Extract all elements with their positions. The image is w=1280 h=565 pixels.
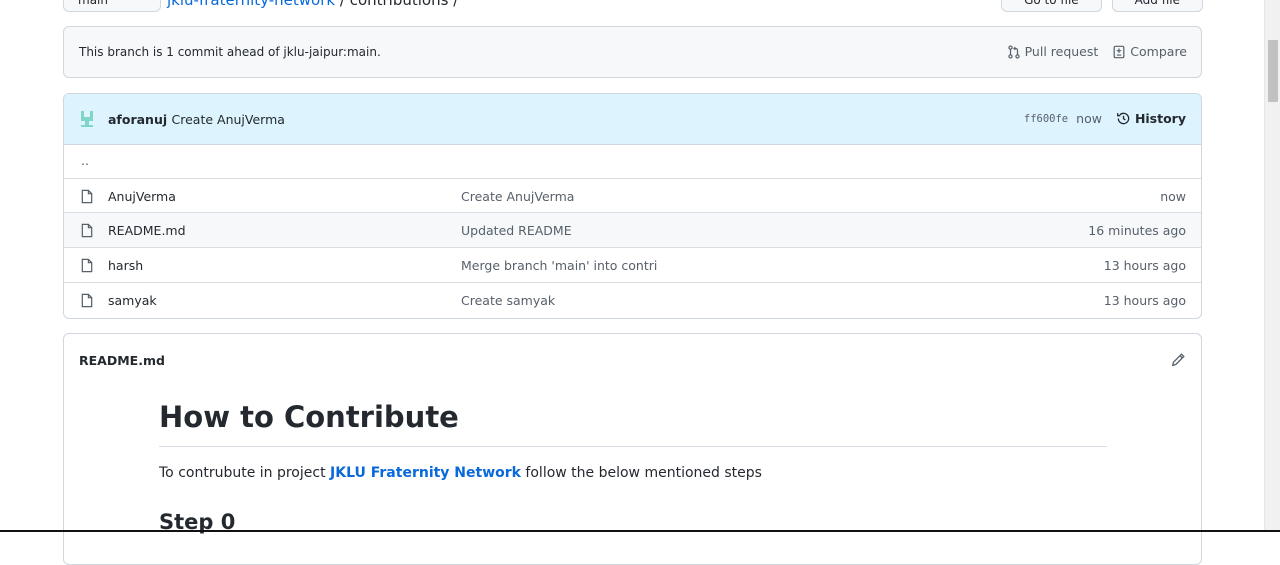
top-bar: main jklu-fraternity-network / contribut… — [63, 0, 1203, 12]
commit-time: now — [1076, 111, 1102, 126]
compare-link[interactable]: Compare — [1112, 44, 1187, 59]
scrollbar-thumb[interactable] — [1268, 40, 1278, 102]
pull-request-link[interactable]: Pull request — [1007, 44, 1099, 59]
file-name[interactable]: AnujVerma — [108, 189, 176, 204]
diff-icon — [1113, 45, 1125, 58]
history-link[interactable]: History — [1116, 111, 1186, 126]
page-scrollbar[interactable] — [1264, 0, 1280, 532]
compare-label: Compare — [1130, 44, 1187, 59]
table-row[interactable]: AnujVerma Create AnujVerma now — [64, 178, 1201, 213]
branch-selector-button[interactable]: main — [63, 0, 161, 12]
history-label: History — [1134, 111, 1186, 126]
pencil-icon[interactable] — [1170, 352, 1186, 368]
file-name[interactable]: samyak — [108, 293, 157, 308]
file-icon — [81, 258, 93, 273]
file-icon — [81, 189, 93, 204]
breadcrumb-repo-link[interactable]: jklu-fraternity-network — [167, 0, 335, 9]
file-commit-time: now — [1160, 189, 1186, 204]
file-table: aforanuj Create AnujVerma ff600fe now Hi… — [63, 93, 1202, 319]
file-name[interactable]: README.md — [108, 223, 186, 238]
file-commit-message[interactable]: Updated README — [461, 223, 572, 238]
file-commit-message[interactable]: Create samyak — [461, 293, 555, 308]
file-commit-time: 13 hours ago — [1103, 293, 1186, 308]
parent-directory-link[interactable]: .. — [81, 153, 89, 168]
commit-sha[interactable]: ff600fe — [1024, 113, 1068, 125]
project-link[interactable]: JKLU Fraternity Network — [330, 465, 521, 481]
table-row[interactable]: README.md Updated README 16 minutes ago — [64, 212, 1201, 247]
go-to-file-button[interactable]: Go to file — [1001, 0, 1102, 12]
pull-request-label: Pull request — [1024, 44, 1099, 59]
add-file-button[interactable]: Add file — [1111, 0, 1203, 12]
breadcrumb: jklu-fraternity-network / contributions … — [167, 0, 458, 9]
file-commit-message[interactable]: Create AnujVerma — [461, 189, 574, 204]
readme-heading: How to Contribute — [159, 400, 459, 434]
paragraph-text-before: To contrubute in project — [159, 465, 331, 481]
file-icon — [81, 223, 93, 238]
heading-divider — [159, 446, 1107, 447]
file-commit-time: 16 minutes ago — [1088, 223, 1186, 238]
branch-name: main — [78, 0, 108, 7]
file-commit-time: 13 hours ago — [1103, 258, 1186, 273]
branch-info-box: This branch is 1 commit ahead of jklu-ja… — [63, 26, 1202, 78]
history-icon — [1116, 112, 1130, 125]
branch-ahead-message: This branch is 1 commit ahead of jklu-ja… — [79, 45, 381, 59]
readme-title[interactable]: README.md — [79, 353, 165, 368]
latest-commit-bar: aforanuj Create AnujVerma ff600fe now Hi… — [64, 94, 1201, 145]
table-row[interactable]: harsh Merge branch 'main' into contri 13… — [64, 247, 1201, 282]
commit-author[interactable]: aforanuj — [108, 112, 167, 127]
table-row[interactable]: samyak Create samyak 13 hours ago — [64, 282, 1201, 317]
git-pull-request-icon — [1007, 44, 1020, 59]
file-commit-message[interactable]: Merge branch 'main' into contri — [461, 258, 657, 273]
file-name[interactable]: harsh — [108, 258, 143, 273]
readme-paragraph: To contrubute in project JKLU Fraternity… — [159, 465, 762, 481]
paragraph-text-after: follow the below mentioned steps — [520, 465, 762, 481]
breadcrumb-path: / contributions / — [339, 0, 459, 9]
commit-message[interactable]: Create AnujVerma — [172, 112, 285, 127]
file-icon — [81, 293, 93, 308]
avatar[interactable] — [80, 110, 94, 128]
parent-directory-row[interactable]: .. — [64, 144, 1201, 178]
